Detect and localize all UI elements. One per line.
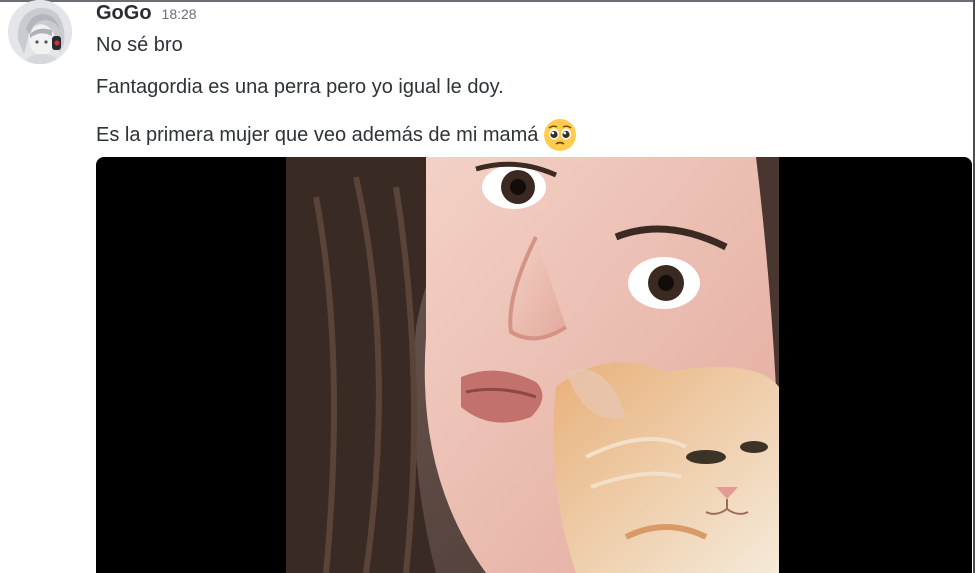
message-line: Es la primera mujer que veo además de mi… (96, 117, 578, 153)
pleading-face-icon[interactable] (542, 117, 578, 153)
message-line: No sé bro (96, 34, 183, 57)
image-attachment[interactable] (96, 157, 972, 573)
message-header: GoGo 18:28 (96, 2, 197, 26)
avatar[interactable] (8, 0, 72, 64)
avatar-image (8, 0, 72, 64)
attachment-photo (286, 157, 779, 573)
message-text: No sé bro (96, 34, 183, 56)
message-text: Es la primera mujer que veo además de mi… (96, 123, 539, 146)
chat-message: GoGo 18:28 No sé bro Fantagordia es una … (0, 0, 975, 573)
username[interactable]: GoGo (96, 2, 152, 25)
timestamp[interactable]: 18:28 (162, 6, 197, 22)
message-text: Fantagordia es una perra pero yo igual l… (96, 76, 504, 98)
message-line: Fantagordia es una perra pero yo igual l… (96, 76, 504, 99)
